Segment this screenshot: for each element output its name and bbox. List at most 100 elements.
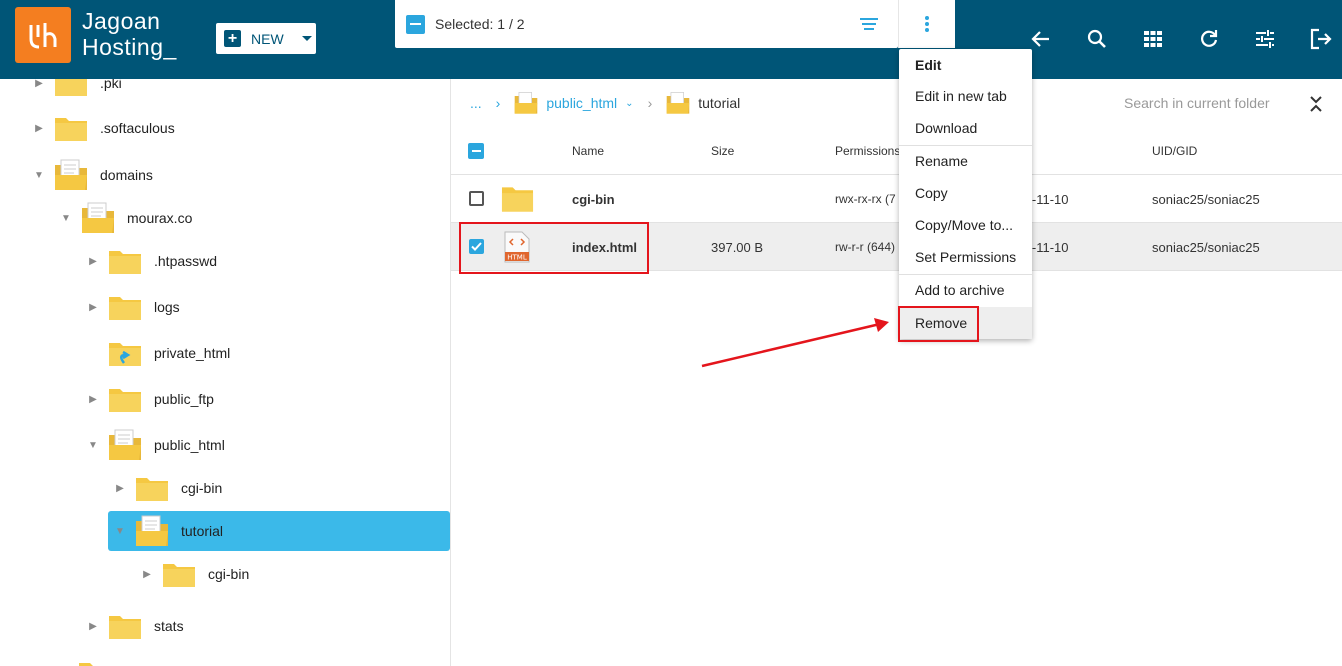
collapse-arrow-icon[interactable]: ▼ — [86, 440, 100, 451]
column-header-uid[interactable]: UID/GID — [1152, 144, 1197, 158]
row-checkbox[interactable] — [469, 191, 484, 206]
folder-icon — [109, 251, 141, 274]
tree-item-label: tutorial — [181, 523, 224, 539]
open-folder-icon — [82, 202, 114, 233]
tree-item-cgi-bin[interactable]: ▶ cgi-bin — [113, 468, 222, 508]
menu-item-edit[interactable]: Edit — [899, 49, 1032, 81]
menu-item-add-archive[interactable]: Add to archive — [899, 274, 1032, 306]
new-button-label: NEW — [251, 30, 284, 47]
tree-item-stats[interactable]: ▶ stats — [86, 606, 184, 646]
expand-arrow-icon[interactable]: ▶ — [113, 483, 127, 494]
expand-arrow-icon[interactable]: ▶ — [32, 79, 46, 89]
tree-item-public-ftp[interactable]: ▶ public_ftp — [86, 379, 214, 419]
folder-icon — [109, 389, 141, 412]
tree-item-mourax[interactable]: ▼ mourax.co — [59, 198, 192, 238]
file-name[interactable]: cgi-bin — [572, 192, 615, 207]
tree-item-tutorial[interactable]: ▼ tutorial — [108, 511, 450, 551]
menu-item-edit-new-tab[interactable]: Edit in new tab — [899, 80, 1032, 112]
breadcrumb-ellipsis[interactable]: ... — [470, 95, 482, 111]
menu-item-set-permissions[interactable]: Set Permissions — [899, 241, 1032, 273]
more-options-button[interactable] — [898, 0, 955, 48]
menu-item-copy[interactable]: Copy — [899, 177, 1032, 209]
collapse-arrow-icon[interactable]: ▼ — [113, 526, 127, 537]
tree-item-label: stats — [154, 618, 184, 634]
search-icon[interactable] — [1085, 27, 1109, 51]
tree-item-label: domains — [100, 167, 153, 183]
tree-item-public-html[interactable]: ▼ public_html — [86, 425, 225, 465]
tree-item-label: public_ftp — [154, 391, 214, 407]
arrow-left-icon[interactable] — [1029, 27, 1053, 51]
annotation-arrow-icon — [701, 318, 889, 368]
table-row[interactable]: cgi-bin rwx-rx-rx (7 l-11-10 soniac25/so… — [451, 175, 1342, 223]
column-header-name[interactable]: Name — [572, 144, 604, 158]
menu-item-copy-move[interactable]: Copy/Move to... — [899, 209, 1032, 241]
refresh-icon[interactable] — [1197, 27, 1221, 51]
tree-item-label: .htpasswd — [154, 253, 218, 269]
file-size: 397.00 B — [711, 240, 764, 255]
tree-item-label: private_html — [154, 345, 231, 361]
highlight-box-remove — [898, 306, 979, 342]
column-header-size[interactable]: Size — [711, 144, 734, 158]
file-owner: soniac25/soniac25 — [1152, 240, 1260, 255]
context-menu: Edit Edit in new tab Download Rename Cop… — [899, 49, 1032, 339]
folder-icon — [79, 663, 111, 666]
menu-item-rename[interactable]: Rename — [899, 145, 1032, 177]
expand-arrow-icon[interactable]: ▶ — [86, 302, 100, 313]
sort-icon[interactable] — [860, 18, 878, 30]
column-header-permissions[interactable]: Permissions — [835, 144, 900, 158]
symlink-folder-icon — [109, 343, 141, 366]
open-folder-icon — [666, 92, 690, 114]
sliders-icon[interactable] — [1253, 27, 1277, 51]
folder-icon — [136, 478, 168, 501]
brand-line-2: Hosting_ — [82, 34, 177, 60]
tree-item-cgi-bin-nested[interactable]: ▶ cgi-bin — [140, 554, 249, 594]
collapse-arrow-icon[interactable]: ▼ — [32, 170, 46, 181]
menu-item-download[interactable]: Download — [899, 112, 1032, 144]
brand-logo[interactable] — [15, 7, 71, 63]
tree-item-softaculous[interactable]: ▶ .softaculous — [32, 108, 175, 148]
deselect-checkbox[interactable] — [406, 14, 425, 34]
open-folder-icon — [109, 429, 141, 460]
selection-bar: Selected: 1 / 2 — [395, 0, 898, 48]
expand-arrow-icon[interactable]: ▶ — [86, 256, 100, 267]
select-all-checkbox[interactable] — [468, 143, 484, 159]
caret-down-icon — [301, 36, 312, 41]
breadcrumb: ... › public_html ⌄ › tutorial — [470, 88, 740, 118]
logout-icon[interactable] — [1309, 27, 1333, 51]
folder-icon — [501, 187, 534, 212]
open-folder-icon — [136, 515, 168, 546]
tree-item-htpasswd[interactable]: ▶ .htpasswd — [86, 241, 217, 281]
tree-item-pki[interactable]: ▶ .pki — [32, 79, 122, 103]
tree-item-logs[interactable]: ▶ logs — [86, 287, 180, 327]
file-permissions: rw-r-r (644) — [835, 240, 895, 254]
expand-arrow-icon[interactable]: ▶ — [32, 123, 46, 134]
tree-item-label: cgi-bin — [208, 566, 250, 582]
chevron-down-icon[interactable]: ⌄ — [625, 98, 633, 109]
plus-icon: + — [224, 30, 241, 47]
collapse-arrow-icon[interactable]: ▼ — [59, 213, 73, 224]
kebab-icon — [925, 16, 929, 32]
tree-item-label: cgi-bin — [181, 480, 223, 496]
open-folder-icon — [55, 159, 87, 190]
open-folder-icon — [515, 92, 538, 114]
brand-line-1: Jagoan — [82, 8, 161, 34]
folder-icon — [109, 297, 141, 320]
chevron-right-icon: › — [647, 95, 653, 111]
tree-item-label: .softaculous — [100, 120, 175, 136]
brand-name: Jagoan Hosting_ — [82, 8, 177, 60]
new-button[interactable]: + NEW — [216, 23, 316, 54]
grid-icon[interactable] — [1141, 27, 1165, 51]
expand-arrow-icon[interactable]: ▶ — [86, 394, 100, 405]
collapse-icon[interactable] — [1309, 95, 1323, 113]
file-owner: soniac25/soniac25 — [1152, 192, 1260, 207]
tree-item-label: logs — [154, 299, 180, 315]
chevron-right-icon: › — [495, 95, 501, 111]
expand-arrow-icon[interactable]: ▶ — [86, 621, 100, 632]
breadcrumb-parent[interactable]: public_html — [546, 95, 617, 111]
breadcrumb-current: tutorial — [698, 95, 741, 111]
expand-arrow-icon[interactable]: ▶ — [140, 569, 154, 580]
search-input[interactable]: Search in current folder — [1124, 95, 1270, 111]
tree-item-domains[interactable]: ▼ domains — [32, 155, 153, 195]
folder-icon — [55, 118, 87, 141]
tree-item-private-html[interactable]: private_html — [86, 333, 230, 373]
